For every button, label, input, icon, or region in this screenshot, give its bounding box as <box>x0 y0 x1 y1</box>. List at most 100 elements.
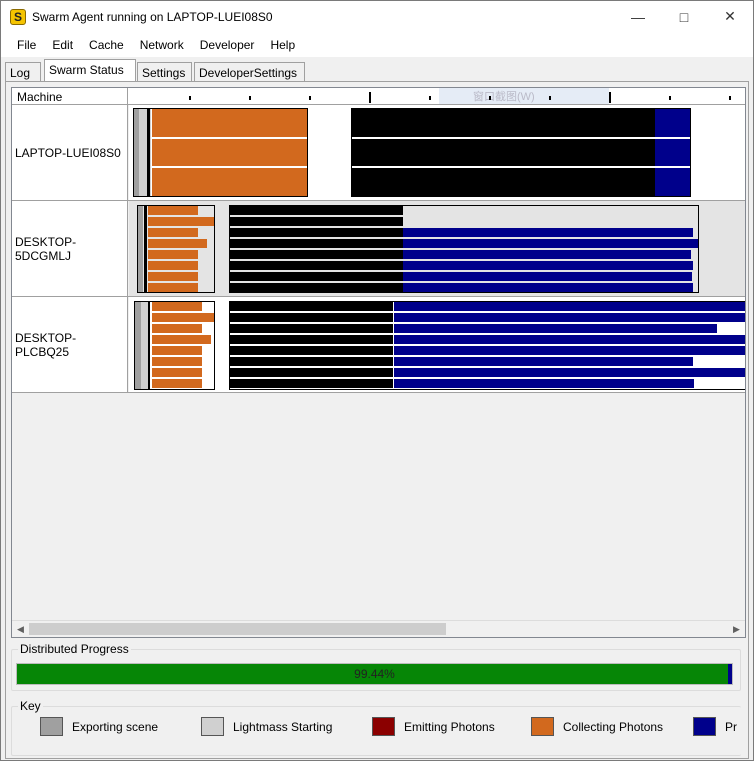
timeline-header: Machine 窗口截图(W) <box>12 88 745 105</box>
menu-file[interactable]: File <box>9 38 44 52</box>
processing-swatch <box>693 717 716 736</box>
swarm-status-panel: Machine 窗口截图(W) LAPTOP-LUEI08S0 DESKTOP-… <box>5 81 749 759</box>
processing-bar <box>403 261 693 270</box>
machine-name[interactable]: DESKTOP-PLCBQ25 <box>12 297 128 392</box>
horizontal-scrollbar[interactable]: ◀ ▶ <box>12 620 745 637</box>
processing-bar-black <box>230 313 393 322</box>
processing-bar-black <box>230 283 403 292</box>
tab-swarm-status[interactable]: Swarm Status <box>44 59 136 81</box>
collecting-photons-bar <box>148 250 198 259</box>
processing-bar-black <box>230 239 403 248</box>
collecting-photons-bar <box>152 368 202 377</box>
exporting-scene-bar <box>138 206 143 292</box>
processing-bar-black <box>230 324 393 333</box>
machine-timeline <box>129 201 745 296</box>
job-box <box>133 108 308 197</box>
divider-bar <box>144 206 147 292</box>
ruler-tick <box>669 96 671 100</box>
collecting-photons-bar <box>152 357 202 366</box>
key-label: Collecting Photons <box>563 719 664 734</box>
swarm-agent-window: S Swarm Agent running on LAPTOP-LUEI08S0… <box>0 0 754 761</box>
key-item-lightmass-starting: Lightmass Starting <box>201 717 332 736</box>
processing-bar <box>394 368 745 377</box>
ruler-tick <box>729 96 731 100</box>
collecting-photons-bar <box>152 168 307 196</box>
key-item-emitting-photons: Emitting Photons <box>372 717 495 736</box>
collecting-photons-bar <box>152 139 307 166</box>
ruler-tick <box>549 96 551 100</box>
tab-log[interactable]: Log <box>5 62 41 82</box>
collecting-photons-bar <box>152 335 211 344</box>
processing-bar-black <box>230 272 403 281</box>
processing-bar-black <box>230 250 403 259</box>
job-box <box>351 108 691 197</box>
distributed-progress-title: Distributed Progress <box>18 642 131 656</box>
close-icon[interactable]: ✕ <box>707 1 753 32</box>
collecting-photons-bar <box>152 324 202 333</box>
ruler-tick <box>489 96 491 100</box>
tab-settings[interactable]: Settings <box>137 62 192 82</box>
key-label: Pr <box>725 719 737 734</box>
processing-bar <box>403 228 693 237</box>
tab-strip: Log Swarm Status Settings DeveloperSetti… <box>5 59 750 82</box>
machine-column-header[interactable]: Machine <box>12 88 128 105</box>
collecting-photons-bar <box>148 217 214 226</box>
menu-cache[interactable]: Cache <box>81 38 132 52</box>
processing-bar <box>394 357 693 366</box>
processing-bar <box>403 272 692 281</box>
scroll-left-icon[interactable]: ◀ <box>12 621 29 637</box>
processing-bar-black <box>230 346 393 355</box>
menu-developer[interactable]: Developer <box>192 38 263 52</box>
processing-bar-black <box>352 109 655 137</box>
processing-bar <box>655 109 690 137</box>
machine-name[interactable]: DESKTOP-5DCGMLJ <box>12 201 128 296</box>
key-group: Key Exporting scene Lightmass Starting E… <box>11 699 741 756</box>
key-label: Lightmass Starting <box>233 719 333 734</box>
collecting-photons-bar <box>152 313 214 322</box>
window-title: Swarm Agent running on LAPTOP-LUEI08S0 <box>32 9 273 24</box>
collecting-photons-bar <box>148 228 198 237</box>
key-label: Exporting scene <box>72 719 159 734</box>
collecting-photons-bar <box>148 239 207 248</box>
screenshot-overlay-tooltip: 窗口截图(W) <box>439 88 609 104</box>
processing-bar-black <box>230 261 403 270</box>
machine-name[interactable]: LAPTOP-LUEI08S0 <box>12 105 128 200</box>
processing-bar-black <box>230 368 393 377</box>
tab-developer-settings[interactable]: DeveloperSettings <box>194 62 305 82</box>
ruler-tick-major <box>369 92 371 103</box>
ruler-tick <box>429 96 431 100</box>
job-box <box>137 205 215 293</box>
minimize-icon[interactable]: — <box>615 1 661 32</box>
collecting-photons-bar <box>148 283 198 292</box>
processing-bar-black <box>230 302 393 311</box>
divider-bar <box>147 109 150 196</box>
exporting-scene-swatch <box>40 717 63 736</box>
menu-help[interactable]: Help <box>262 38 303 52</box>
swarm-s-icon: S <box>10 8 26 25</box>
menu-edit[interactable]: Edit <box>44 38 81 52</box>
progress-percent-text: 99.44% <box>354 667 395 681</box>
key-title: Key <box>18 699 43 713</box>
distributed-progress-group: Distributed Progress 99.44% <box>11 642 741 691</box>
processing-bar-black <box>230 228 403 237</box>
collecting-photons-bar <box>152 346 202 355</box>
scrollbar-thumb[interactable] <box>29 623 446 635</box>
machine-timeline <box>129 297 745 392</box>
maximize-icon[interactable]: □ <box>661 1 707 32</box>
window-controls: — □ ✕ <box>615 1 753 32</box>
machine-row: DESKTOP-PLCBQ25 <box>12 297 745 393</box>
ruler-tick <box>309 96 311 100</box>
ruler-tick <box>249 96 251 100</box>
scroll-right-icon[interactable]: ▶ <box>728 621 745 637</box>
processing-bar <box>403 250 691 259</box>
title-bar[interactable]: S Swarm Agent running on LAPTOP-LUEI08S0… <box>1 1 753 32</box>
lightmass-starting-swatch <box>201 717 224 736</box>
menu-bar: File Edit Cache Network Developer Help <box>1 32 753 57</box>
processing-bar-black <box>230 217 403 226</box>
collecting-photons-bar <box>148 261 198 270</box>
menu-network[interactable]: Network <box>132 38 192 52</box>
processing-bar <box>394 313 745 322</box>
job-box <box>229 301 745 390</box>
ruler-tick <box>189 96 191 100</box>
emitting-photons-swatch <box>372 717 395 736</box>
